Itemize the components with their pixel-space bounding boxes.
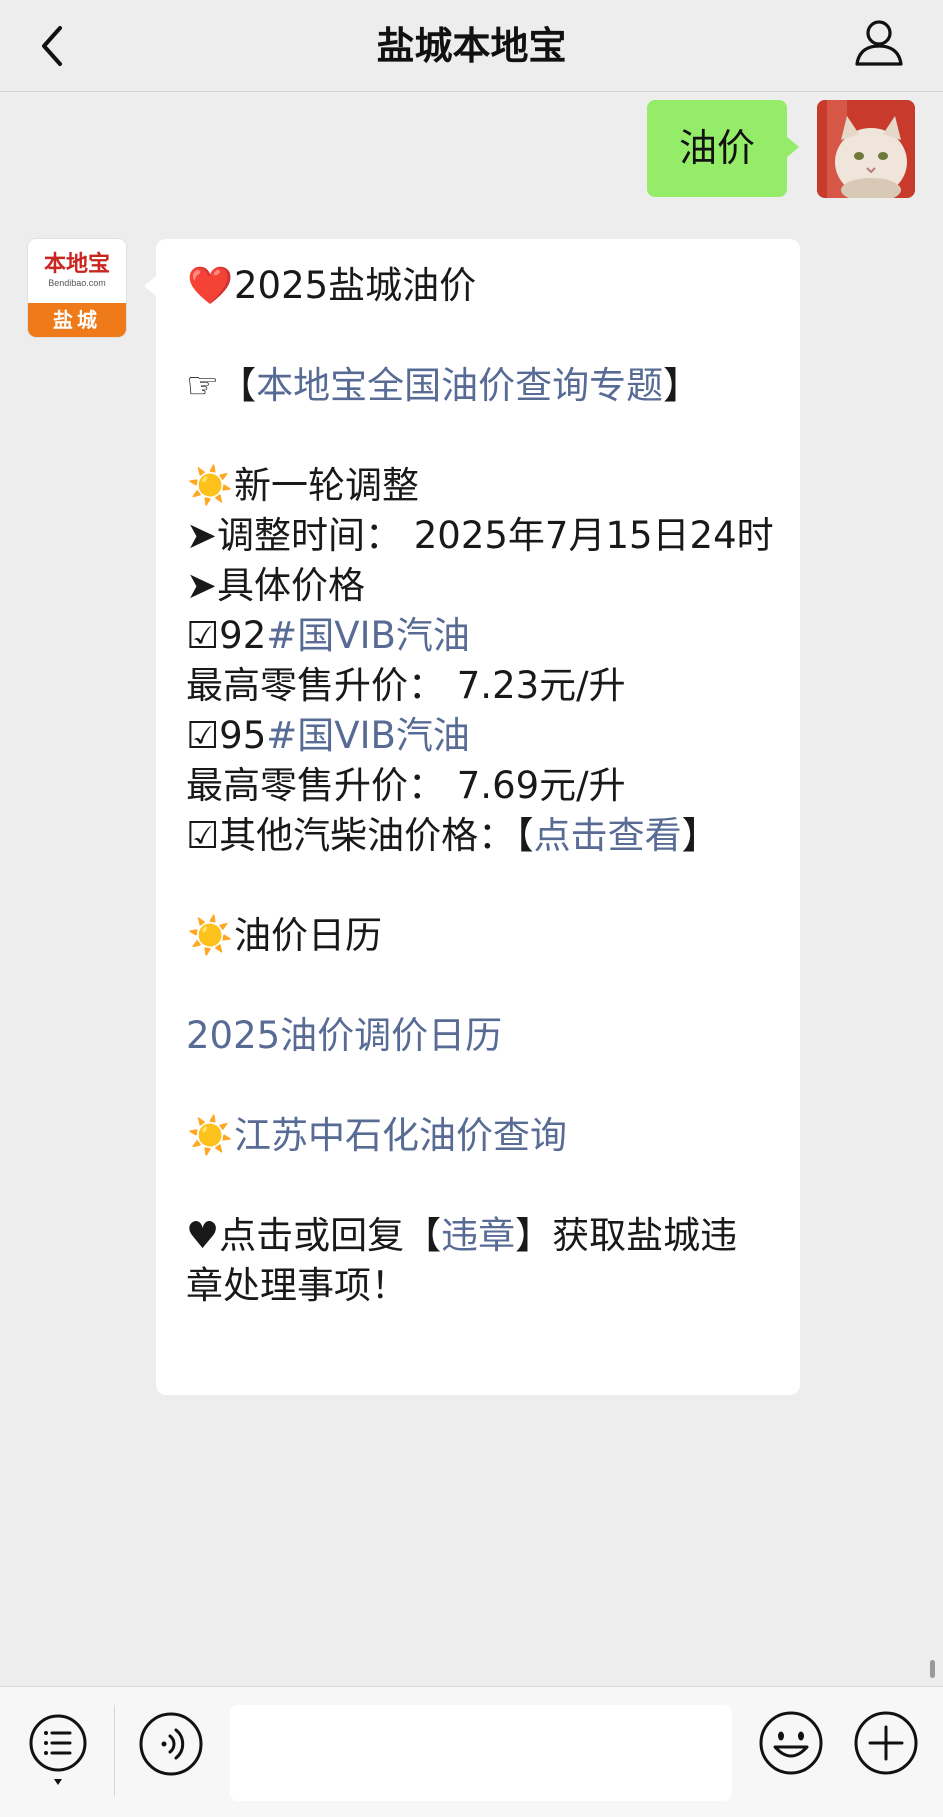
chat-title: 盐城本地宝 — [376, 24, 567, 68]
message-heading: 2025盐城油价 — [234, 264, 477, 307]
logo-domain: Bendibao.com — [48, 278, 106, 288]
top-nav-bar: 盐城本地宝 — [0, 0, 943, 92]
gas92-line: ☑92#国VIB汽油 — [186, 611, 774, 661]
logo-city: 盐城 — [28, 303, 126, 337]
person-icon — [855, 20, 903, 66]
footer-line: ♥点击或回复【违章】获取盐城违章处理事项！ — [186, 1211, 774, 1311]
gas92-link[interactable]: #国VIB汽油 — [266, 614, 470, 657]
sun-icon: ☀️ — [186, 914, 234, 957]
gas95-price: 最高零售升价： 7.69元/升 — [186, 764, 626, 807]
scroll-indicator[interactable] — [930, 1660, 935, 1678]
profile-button[interactable] — [851, 14, 907, 70]
section-calendar-line: ☀️油价日历 — [186, 911, 774, 961]
section-adjust-title: 新一轮调整 — [234, 464, 419, 507]
list-menu-icon — [29, 1714, 87, 1785]
plus-icon — [854, 1711, 918, 1775]
violation-link[interactable]: 违章 — [441, 1214, 515, 1257]
sun-icon: ☀️ — [186, 464, 234, 507]
gas95-prefix: ☑95 — [186, 714, 267, 757]
adjust-time: ➤调整时间： 2025年7月15日24时 — [186, 514, 774, 557]
incoming-message-bubble: ❤️2025盐城油价 ☞【本地宝全国油价查询专题】 ☀️新一轮调整 ➤调整时间：… — [144, 239, 800, 1395]
menu-button[interactable] — [26, 1707, 90, 1797]
outgoing-message-bubble[interactable]: 油价 — [647, 100, 799, 197]
official-account-avatar[interactable]: 本地宝 Bendibao.com 盐城 — [28, 239, 126, 337]
topic-line: ☞【本地宝全国油价查询专题】 — [186, 361, 774, 411]
bottom-input-bar — [0, 1686, 943, 1817]
calendar-link[interactable]: 2025油价调价日历 — [186, 1014, 502, 1057]
heart-icon: ❤️ — [186, 264, 234, 307]
gas95-line: ☑95#国VIB汽油 — [186, 711, 774, 761]
topic-suffix: 】 — [663, 364, 701, 407]
gas92-price: 最高零售升价： 7.23元/升 — [186, 664, 626, 707]
gas95-link[interactable]: #国VIB汽油 — [266, 714, 470, 757]
footer-prefix: 点击或回复【 — [219, 1214, 442, 1257]
calendar-line: 2025油价调价日历 — [186, 1011, 774, 1061]
voice-button[interactable] — [138, 1711, 204, 1777]
message-input[interactable] — [230, 1705, 732, 1801]
sinopec-line: ☀️江苏中石化油价查询 — [186, 1111, 774, 1161]
gas92-prefix: ☑92 — [186, 614, 267, 657]
sinopec-link[interactable]: 江苏中石化油价查询 — [234, 1114, 567, 1157]
specific-price-label: ➤具体价格 — [186, 564, 366, 607]
section-calendar-title: 油价日历 — [234, 914, 382, 957]
other-link[interactable]: 点击查看 — [534, 814, 682, 857]
voice-icon — [139, 1712, 203, 1776]
logo-text: 本地宝 — [43, 252, 110, 277]
smiley-icon — [759, 1711, 823, 1775]
plus-button[interactable] — [852, 1709, 920, 1777]
emoji-button[interactable] — [757, 1709, 825, 1777]
self-avatar[interactable] — [817, 100, 915, 198]
other-prefix: ☑其他汽柴油价格：【 — [186, 814, 534, 857]
sun-icon: ☀️ — [186, 1114, 234, 1157]
message-heading-line: ❤️2025盐城油价 — [186, 261, 774, 311]
divider — [114, 1705, 115, 1797]
logo: 本地宝 Bendibao.com — [28, 239, 126, 303]
other-price-line: ☑其他汽柴油价格：【点击查看】 — [186, 811, 774, 861]
cat-avatar-image — [817, 100, 915, 198]
section-adjust-line: ☀️新一轮调整 — [186, 461, 774, 511]
black-heart-icon: ♥ — [186, 1214, 220, 1257]
topic-prefix: ☞【 — [186, 364, 257, 407]
topic-link[interactable]: 本地宝全国油价查询专题 — [256, 364, 663, 407]
other-suffix: 】 — [681, 814, 719, 857]
